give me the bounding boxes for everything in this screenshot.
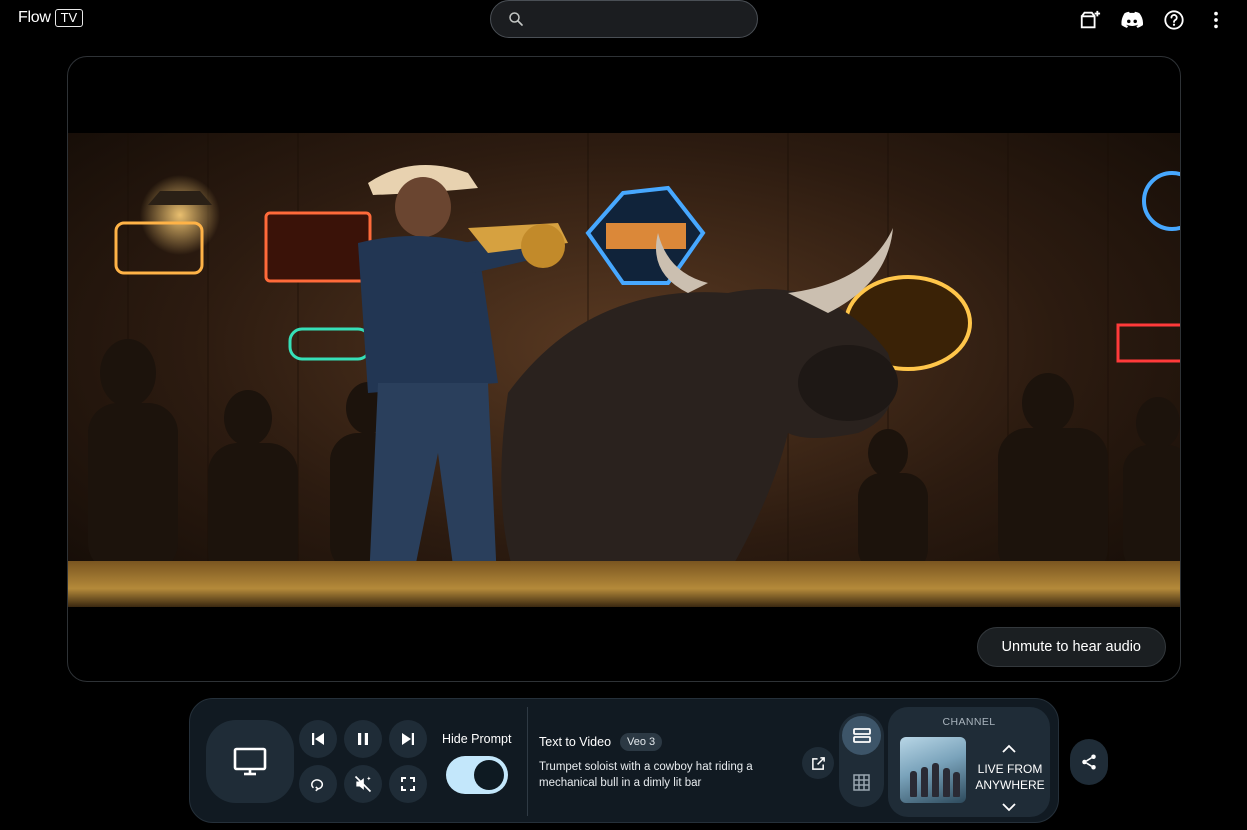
help-icon[interactable] — [1163, 9, 1185, 31]
thumbnail-figure — [953, 772, 960, 797]
channel-thumbnail[interactable] — [900, 737, 966, 803]
more-vert-icon[interactable] — [1205, 9, 1227, 31]
mute-toggle-button[interactable] — [344, 765, 382, 803]
thumbnail-figure — [932, 763, 939, 797]
thumbnail-figure — [943, 768, 950, 797]
app-logo[interactable]: Flow TV — [18, 9, 84, 27]
channel-up-button[interactable] — [998, 740, 1020, 756]
skip-next-icon — [401, 732, 415, 746]
generation-mode: Text to Video — [539, 735, 612, 749]
fullscreen-icon — [401, 777, 415, 791]
search-bar[interactable] — [490, 0, 758, 38]
hide-prompt-label: Hide Prompt — [442, 732, 512, 746]
channel-label: CHANNEL — [942, 716, 996, 728]
toggle-knob — [474, 760, 504, 790]
hide-prompt-toggle[interactable] — [446, 756, 508, 794]
video-scene-image — [88, 133, 1180, 607]
open-in-new-icon — [811, 756, 826, 771]
unmute-button[interactable]: Unmute to hear audio — [976, 627, 1166, 667]
grid-view-button[interactable] — [842, 763, 881, 802]
muted-icon — [353, 774, 373, 794]
skip-previous-icon — [311, 732, 325, 746]
logo-word: Flow — [18, 9, 51, 26]
tv-icon — [233, 747, 267, 777]
next-button[interactable] — [389, 720, 427, 758]
previous-button[interactable] — [299, 720, 337, 758]
open-in-new-button[interactable] — [802, 747, 834, 779]
loop-button[interactable] — [299, 765, 337, 803]
top-actions — [1079, 9, 1227, 31]
video-player[interactable]: Unmute to hear audio — [67, 56, 1181, 682]
add-to-collection-icon[interactable] — [1079, 9, 1101, 31]
fullscreen-button[interactable] — [389, 765, 427, 803]
list-view-icon — [852, 727, 871, 744]
grid-view-icon — [853, 774, 870, 791]
thumbnail-figure — [910, 771, 917, 797]
share-button[interactable] — [1070, 739, 1108, 785]
pause-icon — [356, 732, 370, 746]
channel-selector: CHANNEL LIVE FROM ANYWHERE — [888, 707, 1050, 817]
chevron-up-icon — [1002, 744, 1016, 753]
arena-floor — [68, 561, 1180, 607]
divider — [527, 707, 528, 816]
tv-mode-button[interactable] — [206, 720, 294, 803]
loop-icon — [309, 775, 327, 793]
view-mode-group — [839, 713, 884, 807]
pause-button[interactable] — [344, 720, 382, 758]
search-icon — [507, 10, 525, 28]
video-frame[interactable] — [68, 133, 1180, 607]
control-bar: Hide Prompt Text to Video Veo 3 Trumpet … — [189, 698, 1059, 823]
share-icon — [1080, 753, 1098, 771]
channel-down-button[interactable] — [998, 799, 1020, 815]
logo-badge: TV — [54, 9, 84, 27]
discord-icon[interactable] — [1121, 9, 1143, 31]
list-view-button[interactable] — [842, 716, 881, 755]
channel-name: LIVE FROM ANYWHERE — [975, 762, 1045, 792]
search-input[interactable] — [533, 10, 757, 28]
model-badge: Veo 3 — [620, 733, 663, 751]
chevron-down-icon — [1002, 802, 1016, 812]
prompt-text: Trumpet soloist with a cowboy hat riding… — [539, 761, 753, 789]
thumbnail-figure — [921, 767, 928, 797]
